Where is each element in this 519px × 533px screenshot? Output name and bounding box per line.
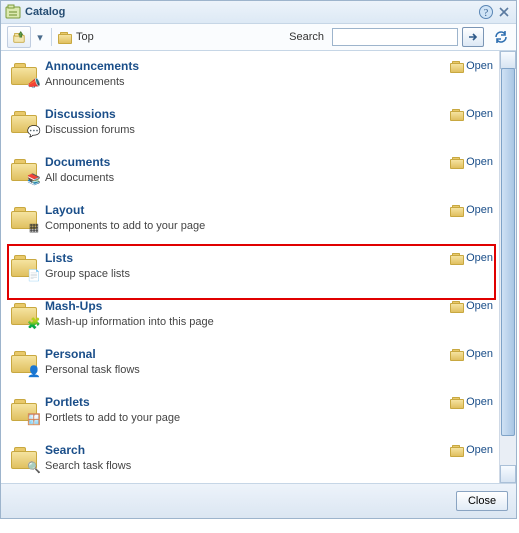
folder-open-icon [450,445,464,457]
catalog-list: 📣 Announcements Announcements Open 💬 Discussi… [1,51,499,483]
open-label: Open [466,444,493,456]
item-name-link[interactable]: Personal [45,347,450,361]
catalog-item: 🧩 Mash-Ups Mash-up information into this p… [1,294,499,342]
open-link[interactable]: Open [450,204,493,216]
folder-icon: 📣 [11,60,39,88]
catalog-dialog: Catalog ? ▾ Top Search 📣 Announcements Ann… [0,0,517,519]
item-description: Mash-up information into this page [45,316,450,328]
scroll-down-button[interactable] [500,465,516,483]
search-input[interactable] [332,28,458,46]
item-description: Group space lists [45,268,450,280]
scrollbar[interactable] [499,51,516,483]
help-icon[interactable]: ? [478,4,494,20]
open-label: Open [466,300,493,312]
folder-icon: 💬 [11,108,39,136]
catalog-item: 🪟 Portlets Portlets to add to your page Ope… [1,390,499,438]
dialog-footer: Close [1,483,516,518]
close-button[interactable]: Close [456,491,508,511]
folder-open-icon [450,397,464,409]
open-link[interactable]: Open [450,252,493,264]
open-label: Open [466,252,493,264]
item-name-link[interactable]: Layout [45,203,450,217]
dialog-title: Catalog [25,6,476,18]
item-description: Personal task flows [45,364,450,376]
folder-open-icon [450,61,464,73]
catalog-item: ▦ Layout Components to add to your page Ope… [1,198,499,246]
folder-open-icon [450,205,464,217]
open-label: Open [466,156,493,168]
folder-icon: 🪟 [11,396,39,424]
up-button-dropdown[interactable]: ▾ [35,28,45,46]
open-link[interactable]: Open [450,60,493,72]
open-label: Open [466,108,493,120]
open-label: Open [466,204,493,216]
item-name-link[interactable]: Announcements [45,59,450,73]
folder-icon: 👤 [11,348,39,376]
item-name-link[interactable]: Discussions [45,107,450,121]
titlebar: Catalog ? [1,1,516,24]
catalog-item: 👤 Personal Personal task flows Open [1,342,499,390]
item-description: Portlets to add to your page [45,412,450,424]
item-name-link[interactable]: Mash-Ups [45,299,450,313]
catalog-item: 🔍 Search Search task flows Open [1,438,499,483]
item-description: Components to add to your page [45,220,450,232]
dialog-close-icon[interactable] [496,4,512,20]
open-link[interactable]: Open [450,156,493,168]
svg-text:?: ? [484,8,489,19]
search-go-button[interactable] [462,27,484,47]
item-name-link[interactable]: Lists [45,251,450,265]
folder-open-icon [450,109,464,121]
search-label: Search [289,31,324,43]
folder-icon: 🔍 [11,444,39,472]
folder-open-icon [450,253,464,265]
content-area: 📣 Announcements Announcements Open 💬 Discussi… [1,51,516,483]
open-link[interactable]: Open [450,444,493,456]
open-link[interactable]: Open [450,348,493,360]
open-label: Open [466,396,493,408]
catalog-item: 📄 Lists Group space lists Open [1,246,499,294]
scroll-up-button[interactable] [500,51,516,69]
folder-open-icon [450,157,464,169]
folder-icon [58,32,72,44]
item-name-link[interactable]: Documents [45,155,450,169]
item-description: Search task flows [45,460,450,472]
refresh-icon[interactable] [492,28,510,46]
item-description: Announcements [45,76,450,88]
breadcrumb[interactable]: Top [58,31,94,43]
item-description: All documents [45,172,450,184]
toolbar: ▾ Top Search [1,24,516,51]
folder-icon: 🧩 [11,300,39,328]
toolbar-separator [51,28,52,46]
folder-icon: ▦ [11,204,39,232]
folder-open-icon [450,301,464,313]
catalog-item: 📣 Announcements Announcements Open [1,54,499,102]
catalog-item: 📚 Documents All documents Open [1,150,499,198]
breadcrumb-label: Top [76,31,94,43]
open-link[interactable]: Open [450,300,493,312]
item-name-link[interactable]: Portlets [45,395,450,409]
scroll-track[interactable] [500,68,516,466]
open-label: Open [466,348,493,360]
scroll-thumb[interactable] [501,68,515,436]
open-link[interactable]: Open [450,108,493,120]
open-link[interactable]: Open [450,396,493,408]
folder-icon: 📚 [11,156,39,184]
open-label: Open [466,60,493,72]
item-description: Discussion forums [45,124,450,136]
up-button[interactable] [7,26,31,48]
catalog-icon [5,4,21,20]
item-name-link[interactable]: Search [45,443,450,457]
catalog-item: 💬 Discussions Discussion forums Open [1,102,499,150]
folder-open-icon [450,349,464,361]
folder-icon: 📄 [11,252,39,280]
